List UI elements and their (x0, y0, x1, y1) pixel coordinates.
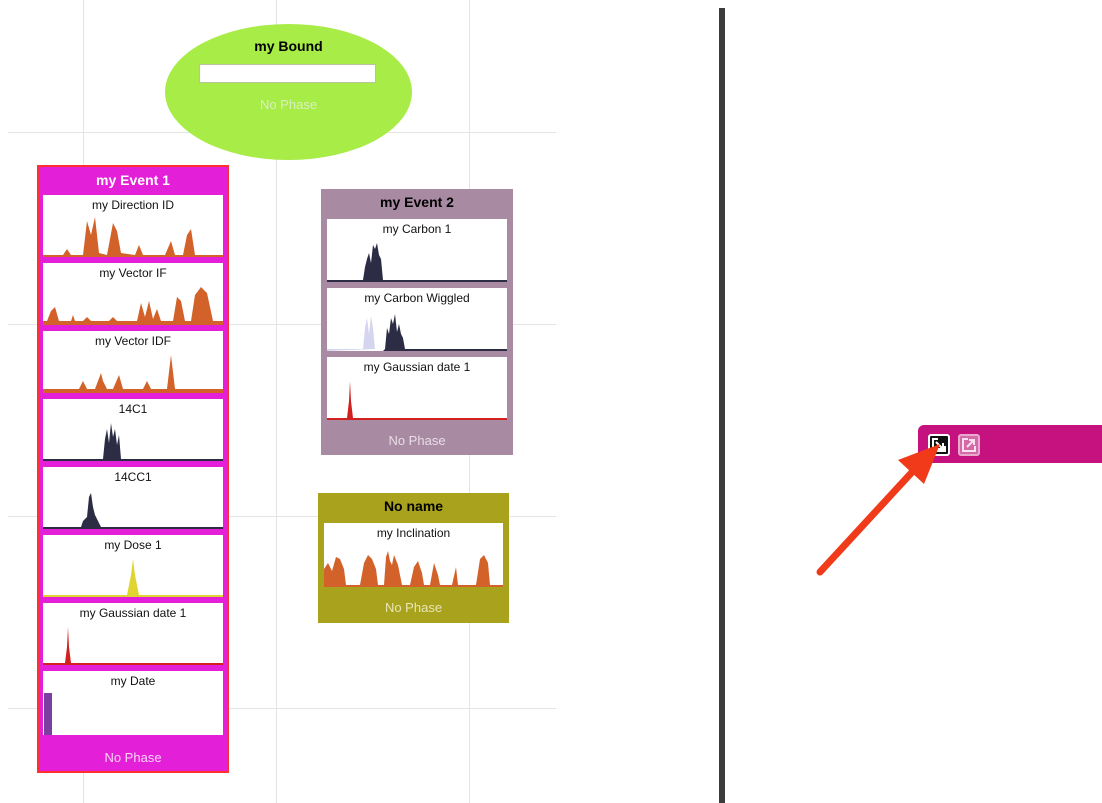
density-graph (327, 314, 507, 351)
event-phase-label: No Phase (104, 750, 162, 765)
date-item-card[interactable]: my Direction ID (43, 195, 223, 257)
date-item-card[interactable]: my Carbon Wiggled (327, 288, 507, 351)
density-graph (43, 287, 223, 325)
date-item-card[interactable]: my Dose 1 (43, 535, 223, 597)
density-graph (43, 423, 223, 461)
bound-phase-label: No Phase (259, 97, 318, 112)
panel-splitter[interactable] (719, 8, 725, 803)
event-phase-label: No Phase (388, 433, 446, 448)
density-graph (43, 559, 223, 597)
date-item-card[interactable]: my Inclination (324, 523, 503, 587)
density-graph (43, 493, 223, 529)
event-phase-label: No Phase (384, 600, 443, 615)
density-graph (43, 355, 223, 393)
bound-node[interactable]: my Bound No Phase (165, 24, 412, 160)
event-title: No name (383, 498, 444, 514)
density-graph (44, 693, 52, 735)
date-item-card[interactable]: my Gaussian date 1 (327, 357, 507, 420)
date-item-card[interactable]: 14CC1 (43, 467, 223, 529)
event-node-my-event-2[interactable]: my Event 2 my Carbon 1 my Carbon Wiggled… (321, 189, 513, 455)
density-graph (327, 243, 507, 282)
date-item-card[interactable]: my Vector IDF (43, 331, 223, 393)
density-graph (327, 381, 507, 420)
date-item-card[interactable]: my Carbon 1 (327, 219, 507, 282)
density-graph (43, 217, 223, 257)
density-graph (324, 551, 503, 587)
density-graph (43, 627, 223, 665)
event-node-no-name[interactable]: No name my Inclination No Phase (318, 493, 509, 623)
date-item-card[interactable]: my Vector IF (43, 263, 223, 325)
event-title: my Event 1 (96, 172, 170, 188)
export-icon[interactable] (958, 434, 980, 456)
date-item-card[interactable]: 14C1 (43, 399, 223, 461)
date-item-card[interactable]: my Date (43, 671, 223, 735)
event-node-my-event-1[interactable]: my Event 1 my Direction ID my Vector IF … (37, 165, 229, 773)
bound-value-input[interactable] (199, 64, 376, 83)
event-title: my Event 2 (380, 194, 454, 210)
date-item-card[interactable]: my Gaussian date 1 (43, 603, 223, 665)
bound-title: my Bound (254, 38, 323, 54)
red-arrow-icon (816, 444, 940, 576)
